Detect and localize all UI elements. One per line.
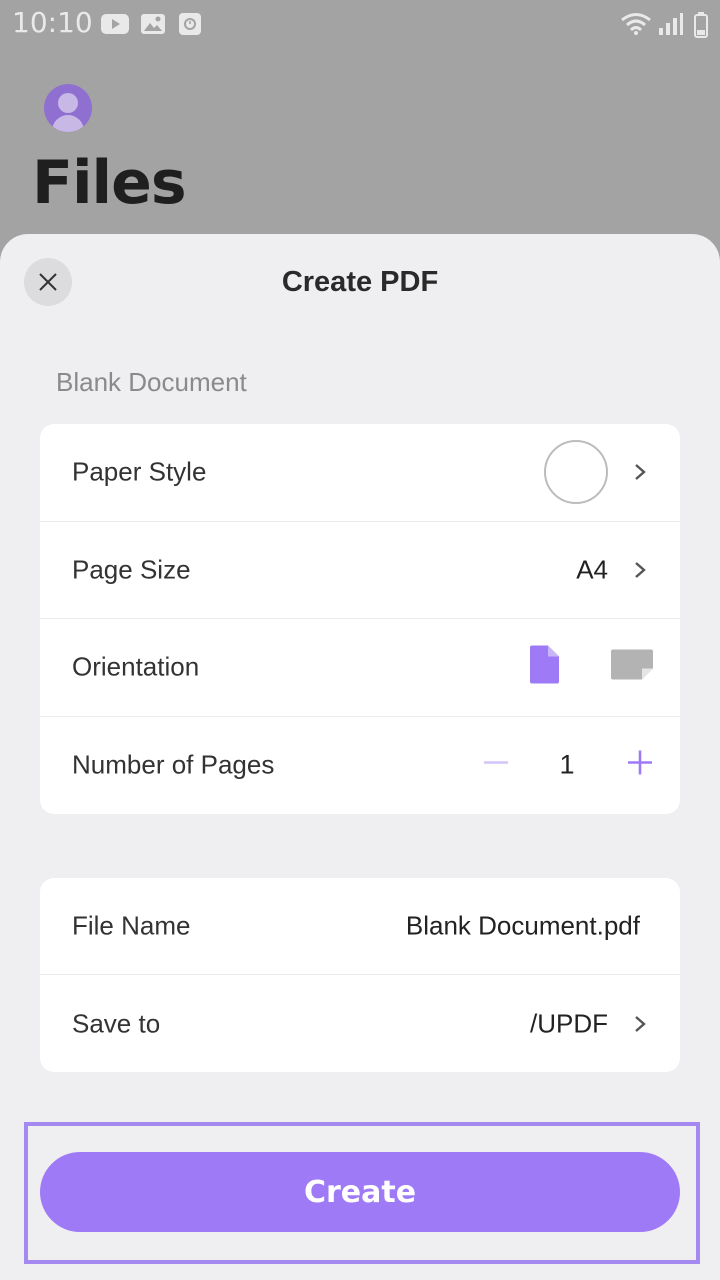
portrait-orientation-icon[interactable]	[528, 645, 560, 690]
wifi-icon	[620, 12, 652, 41]
battery-icon	[694, 12, 708, 43]
minus-icon	[484, 761, 508, 764]
document-settings-card: Paper Style Page Size A4 Orientation Num…	[40, 424, 680, 814]
page-title: Files	[32, 148, 187, 218]
page-size-value: A4	[576, 554, 608, 585]
save-to-row[interactable]: Save to /UPDF	[40, 975, 680, 1072]
section-label: Blank Document	[56, 367, 247, 397]
user-avatar-icon[interactable]	[44, 84, 92, 132]
orientation-label: Orientation	[72, 651, 200, 682]
number-of-pages-label: Number of Pages	[72, 749, 275, 780]
file-settings-card: File Name Blank Document.pdf Save to /UP…	[40, 878, 680, 1072]
save-to-value: /UPDF	[530, 1008, 608, 1038]
file-name-label: File Name	[72, 910, 191, 941]
decrease-pages-button[interactable]	[482, 749, 510, 782]
paper-style-row[interactable]: Paper Style	[40, 424, 680, 522]
number-of-pages-row: Number of Pages 1	[40, 717, 680, 815]
file-name-row[interactable]: File Name Blank Document.pdf	[40, 878, 680, 975]
pages-count-value: 1	[559, 749, 575, 780]
status-time: 10:10	[12, 6, 93, 39]
paper-style-swatch	[544, 440, 608, 505]
status-bar: 10:10	[0, 0, 720, 48]
create-pdf-sheet: Create PDF Blank Document Paper Style Pa…	[0, 234, 720, 1280]
plus-icon	[628, 750, 652, 775]
file-name-value[interactable]: Blank Document.pdf	[406, 911, 640, 942]
orientation-row: Orientation	[40, 619, 680, 717]
page-size-row[interactable]: Page Size A4	[40, 522, 680, 619]
youtube-icon	[100, 12, 130, 41]
paper-style-label: Paper Style	[72, 456, 207, 487]
save-to-label: Save to	[72, 1008, 161, 1038]
sheet-title: Create PDF	[281, 266, 439, 298]
create-button[interactable]: Create	[40, 1152, 680, 1232]
page-size-label: Page Size	[72, 554, 191, 585]
image-icon	[140, 12, 166, 41]
increase-pages-button[interactable]	[626, 749, 654, 782]
chevron-right-icon	[635, 464, 646, 481]
landscape-orientation-icon[interactable]	[610, 649, 654, 686]
chevron-right-icon	[635, 1015, 646, 1032]
signal-icon	[658, 12, 684, 41]
chevron-right-icon	[635, 561, 646, 578]
clock-icon	[178, 12, 202, 41]
